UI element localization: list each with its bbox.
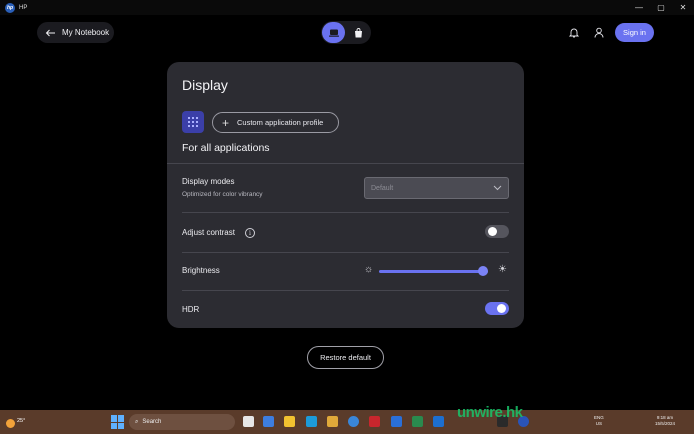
bell-icon <box>569 28 579 37</box>
weather-sun-icon <box>6 419 15 428</box>
search-icon: ⌕ <box>135 418 139 425</box>
mcafee-icon[interactable] <box>369 416 380 427</box>
bag-tab[interactable] <box>347 22 370 43</box>
title-bar: hp HP — ▢ ✕ <box>0 0 694 15</box>
adjust-contrast-toggle[interactable] <box>485 225 509 238</box>
display-modes-value: Default <box>371 184 394 192</box>
file-explorer-icon[interactable] <box>284 416 295 427</box>
display-modes-label: Display modes <box>182 177 235 186</box>
toggle-knob <box>488 227 497 236</box>
toggle-knob <box>497 304 506 313</box>
divider <box>182 252 509 253</box>
watermark: unwire.hk <box>457 404 523 421</box>
hdr-toggle[interactable] <box>485 302 509 315</box>
outlook-icon[interactable] <box>433 416 444 427</box>
task-view-icon[interactable] <box>243 416 254 427</box>
taskbar-search[interactable]: ⌕ Search <box>129 414 235 430</box>
laptop-tab[interactable] <box>322 22 345 43</box>
sign-in-button[interactable]: Sign in <box>615 23 654 42</box>
shopping-bag-icon <box>355 27 362 37</box>
device-switcher <box>321 21 371 44</box>
display-modes-sublabel: Optimized for color vibrancy <box>182 191 263 198</box>
hdr-label: HDR <box>182 305 200 314</box>
brightness-slider[interactable] <box>379 270 488 273</box>
taskbar: 25° ⌕ Search ENG US 9:18 am 15/5/2024 <box>0 410 694 434</box>
info-icon[interactable]: i <box>245 228 255 238</box>
all-apps-profile-tile[interactable] <box>182 111 204 133</box>
custom-profile-label: Custom application profile <box>237 118 324 127</box>
plus-icon: + <box>222 115 230 130</box>
brightness-low-icon: ☼ <box>364 264 374 275</box>
laptop-icon <box>328 29 339 37</box>
edge-icon[interactable] <box>306 416 317 427</box>
chevron-down-icon <box>493 185 502 191</box>
search-placeholder: Search <box>142 419 162 425</box>
account-button[interactable] <box>589 22 609 42</box>
brightness-high-icon: ☀ <box>498 264 507 275</box>
weather-widget[interactable]: 25° <box>6 413 25 428</box>
divider <box>167 163 524 164</box>
language-indicator[interactable]: ENG US <box>594 415 604 427</box>
divider <box>182 290 509 291</box>
store-icon[interactable] <box>327 416 338 427</box>
start-button[interactable] <box>111 415 125 429</box>
brightness-slider-thumb[interactable] <box>477 266 488 276</box>
copilot-icon[interactable] <box>263 416 274 427</box>
hp-logo-icon: hp <box>5 2 15 13</box>
back-button[interactable]: My Notebook <box>37 22 114 43</box>
close-button[interactable]: ✕ <box>672 0 694 15</box>
display-modes-select[interactable]: Default <box>364 177 509 199</box>
grid-icon <box>188 117 198 127</box>
custom-application-profile-button[interactable]: + Custom application profile <box>212 112 339 133</box>
adjust-contrast-label: Adjust contrast <box>182 228 235 237</box>
maximize-button[interactable]: ▢ <box>650 0 672 15</box>
help-icon[interactable] <box>348 416 359 427</box>
section-title: For all applications <box>182 142 270 154</box>
photos-icon[interactable] <box>412 416 423 427</box>
arrow-left-icon <box>45 29 55 36</box>
display-panel: Display + Custom application profile For… <box>167 62 524 328</box>
page-title: Display <box>182 77 228 93</box>
window-title: HP <box>19 4 28 11</box>
divider <box>182 212 509 213</box>
back-button-label: My Notebook <box>62 28 110 37</box>
clock[interactable]: 9:18 am 15/5/2024 <box>655 415 675 427</box>
notifications-button[interactable] <box>564 22 584 42</box>
temperature: 25° <box>17 417 26 424</box>
dropbox-icon[interactable] <box>391 416 402 427</box>
brightness-label: Brightness <box>182 266 220 275</box>
restore-default-button[interactable]: Restore default <box>307 346 384 369</box>
user-icon <box>594 27 604 38</box>
minimize-button[interactable]: — <box>628 0 650 15</box>
